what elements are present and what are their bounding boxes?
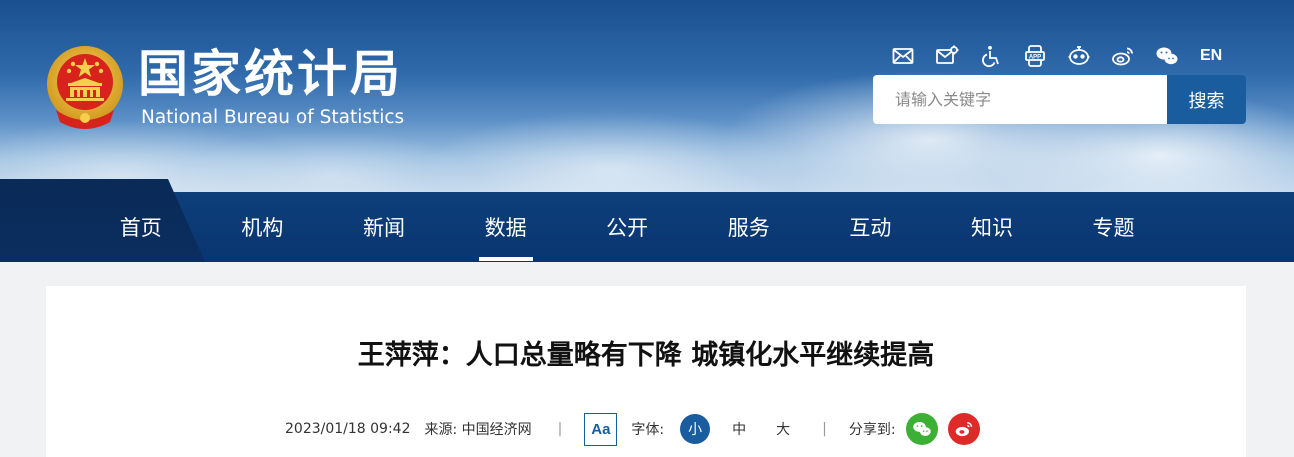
mail-icon[interactable] [890, 43, 916, 69]
nav-item-home[interactable]: 首页 [80, 192, 202, 262]
app-icon[interactable]: APP [1022, 43, 1048, 69]
article-source: 来源: 中国经济网 [424, 422, 532, 438]
wechat-icon [912, 421, 931, 436]
font-size-icon: Aa [584, 412, 618, 446]
font-size-large-button[interactable]: 大 [768, 414, 798, 444]
article-meta: 2023/01/18 09:42 来源: 中国经济网 | Aa 字体: 小 中 … [285, 412, 980, 446]
nav-item-interaction[interactable]: 互动 [810, 192, 932, 262]
nav-item-data[interactable]: 数据 [445, 192, 567, 262]
font-size-label: 字体: [631, 422, 665, 438]
english-version-link[interactable]: EN [1200, 47, 1222, 65]
wechat-icon[interactable] [1154, 43, 1180, 69]
nav-item-disclosure[interactable]: 公开 [566, 192, 688, 262]
robot-icon[interactable] [1066, 43, 1092, 69]
share-weibo-button[interactable] [947, 413, 980, 445]
site-subtitle[interactable]: National Bureau of Statistics [141, 106, 404, 130]
font-size-medium-button[interactable]: 中 [724, 414, 754, 444]
nav-item-knowledge[interactable]: 知识 [931, 192, 1053, 262]
weibo-icon[interactable] [1110, 43, 1136, 69]
search-input[interactable] [873, 75, 1167, 124]
mail-settings-icon[interactable] [934, 43, 960, 69]
meta-separator: | [822, 421, 827, 437]
site-title[interactable]: 国家统计局 [138, 44, 403, 104]
nav-item-topics[interactable]: 专题 [1053, 192, 1175, 262]
share-wechat-button[interactable] [905, 413, 938, 445]
meta-separator: | [557, 421, 563, 437]
weibo-icon [955, 422, 972, 437]
search-button[interactable]: 搜索 [1167, 75, 1246, 124]
share-label: 分享到: [848, 422, 896, 438]
nav-item-news[interactable]: 新闻 [323, 192, 445, 262]
nav-items: 首页 机构 新闻 数据 公开 服务 互动 知识 专题 [80, 192, 1174, 262]
article-title: 王萍萍：人口总量略有下降 城镇化水平继续提高 [357, 340, 935, 371]
svg-text:APP: APP [1029, 54, 1041, 60]
font-size-small-button[interactable]: 小 [680, 414, 711, 444]
accessibility-icon[interactable] [978, 43, 1004, 69]
national-emblem-logo[interactable] [44, 44, 126, 130]
article-card: 王萍萍：人口总量略有下降 城镇化水平继续提高 2023/01/18 09:42 … [46, 286, 1246, 457]
header-toolbar: APP EN [890, 42, 1222, 70]
search-bar: 搜索 [873, 75, 1246, 124]
nav-item-services[interactable]: 服务 [688, 192, 810, 262]
article-date: 2023/01/18 09:42 [285, 421, 411, 437]
nav-item-organization[interactable]: 机构 [202, 192, 324, 262]
